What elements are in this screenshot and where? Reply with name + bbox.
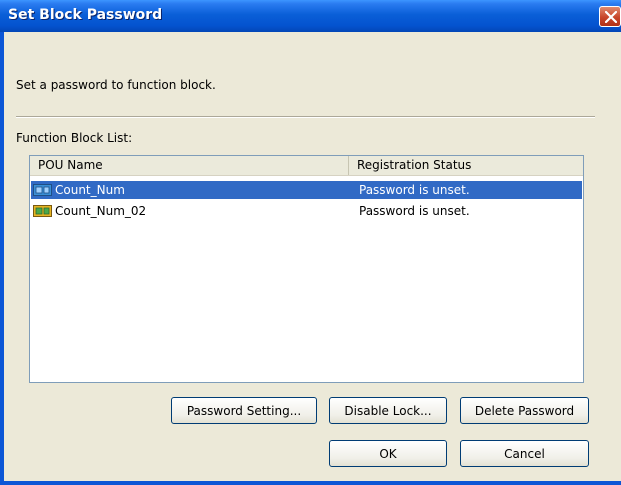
password-setting-button[interactable]: Password Setting... [171,397,317,424]
cancel-button[interactable]: Cancel [460,440,589,467]
column-header-pou-name[interactable]: POU Name [30,156,349,175]
close-button[interactable] [599,6,621,27]
function-block-icon [33,205,52,217]
pou-name-cell: Count_Num_02 [55,204,147,218]
window-frame-bottom [0,481,621,485]
set-block-password-dialog: Set Block Password Set a password to fun… [0,0,621,485]
window-title: Set Block Password [8,7,163,23]
disable-lock-button[interactable]: Disable Lock... [329,397,447,424]
description-text: Set a password to function block. [16,78,216,92]
registration-status-cell: Password is unset. [359,204,470,218]
column-header-registration-status[interactable]: Registration Status [349,156,583,175]
list-header: POU Name Registration Status [30,156,583,176]
ok-button[interactable]: OK [329,440,447,467]
title-bar[interactable]: Set Block Password [0,0,621,32]
delete-password-button[interactable]: Delete Password [460,397,589,424]
function-block-list[interactable]: POU Name Registration Status Count_Num P… [29,155,584,383]
pou-name-cell: Count_Num [55,183,125,197]
registration-status-cell: Password is unset. [359,183,470,197]
table-row[interactable]: Count_Num Password is unset. [31,181,582,199]
separator [16,116,595,118]
table-row[interactable]: Count_Num_02 Password is unset. [31,202,582,220]
function-block-icon [33,184,52,196]
function-block-list-label: Function Block List: [16,131,133,145]
window-frame-left [0,32,4,485]
close-icon [605,11,617,23]
